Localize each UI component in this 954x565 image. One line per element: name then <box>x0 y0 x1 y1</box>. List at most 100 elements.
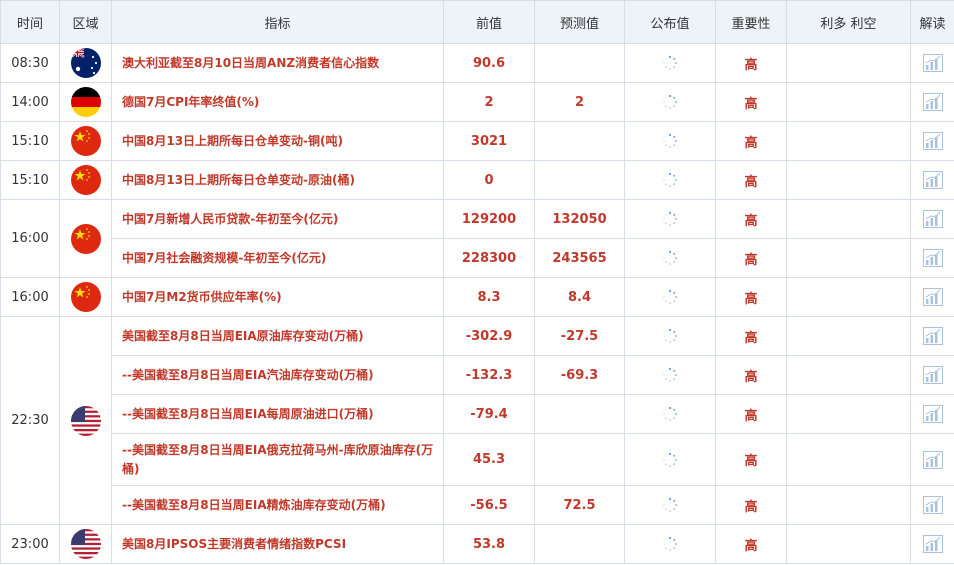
analysis-cell[interactable] <box>910 160 954 200</box>
analysis-cell[interactable] <box>910 433 954 486</box>
impact-cell <box>786 82 911 122</box>
time-cell: 16:00 <box>0 199 60 278</box>
table-row: --美国截至8月8日当周EIA精炼油库存变动(万桶) -56.5 72.5 高 <box>1 485 954 525</box>
analysis-cell[interactable] <box>910 355 954 395</box>
analysis-cell[interactable] <box>910 199 954 239</box>
economic-calendar-table: 时间 区域 指标 前值 预测值 公布值 重要性 利多 利空 解读 08:30 澳大… <box>0 0 954 564</box>
analysis-cell[interactable] <box>910 394 954 434</box>
previous-value: 2 <box>443 82 535 122</box>
actual-value <box>624 82 716 122</box>
indicator-cell: 中国8月13日上期所每日仓单变动-铜(吨) <box>111 121 444 161</box>
impact-cell <box>786 316 911 356</box>
chart-analysis-icon[interactable] <box>922 366 943 384</box>
indicator-cell: 中国7月新增人民币贷款-年初至今(亿元) <box>111 199 444 239</box>
impact-cell <box>786 485 911 525</box>
indicator-cell: --美国截至8月8日当周EIA俄克拉荷马州-库欣原油库存(万桶) <box>111 433 444 486</box>
time-cell: 15:10 <box>0 160 60 200</box>
analysis-cell[interactable] <box>910 43 954 83</box>
header-importance: 重要性 <box>715 0 787 44</box>
analysis-cell[interactable] <box>910 82 954 122</box>
actual-value <box>624 43 716 83</box>
chart-analysis-icon[interactable] <box>922 171 943 189</box>
chart-analysis-icon[interactable] <box>922 93 943 111</box>
indicator-cell: --美国截至8月8日当周EIA每周原油进口(万桶) <box>111 394 444 434</box>
table-row: 23:00 美国8月IPSOS主要消费者情绪指数PCSI 53.8 高 <box>0 524 954 564</box>
loading-icon <box>662 536 678 552</box>
impact-cell <box>786 355 911 395</box>
header-indicator: 指标 <box>111 0 444 44</box>
australia-flag-icon <box>70 48 101 78</box>
indicator-cell: --美国截至8月8日当周EIA精炼油库存变动(万桶) <box>111 485 444 525</box>
forecast-value <box>534 121 625 161</box>
forecast-value <box>534 394 625 434</box>
analysis-cell[interactable] <box>910 524 954 564</box>
loading-icon <box>662 497 678 513</box>
actual-value <box>624 394 716 434</box>
forecast-value: -69.3 <box>534 355 625 395</box>
chart-analysis-icon[interactable] <box>922 132 943 150</box>
analysis-cell[interactable] <box>910 485 954 525</box>
previous-value: -56.5 <box>443 485 535 525</box>
loading-icon <box>662 211 678 227</box>
analysis-cell[interactable] <box>910 121 954 161</box>
importance-value: 高 <box>715 160 787 200</box>
previous-value: 3021 <box>443 121 535 161</box>
chart-analysis-icon[interactable] <box>922 450 943 469</box>
forecast-value <box>534 524 625 564</box>
importance-value: 高 <box>715 524 787 564</box>
forecast-value: 72.5 <box>534 485 625 525</box>
analysis-cell[interactable] <box>910 316 954 356</box>
header-region: 区域 <box>59 0 112 44</box>
importance-value: 高 <box>715 355 787 395</box>
importance-value: 高 <box>715 485 787 525</box>
chart-analysis-icon[interactable] <box>922 210 943 228</box>
chart-analysis-icon[interactable] <box>922 535 943 553</box>
forecast-value <box>534 160 625 200</box>
previous-value: 0 <box>443 160 535 200</box>
region-cell <box>59 277 112 317</box>
loading-icon <box>662 406 678 422</box>
header-impact: 利多 利空 <box>786 0 911 44</box>
previous-value: -302.9 <box>443 316 535 356</box>
region-cell <box>59 524 112 564</box>
time-cell: 23:00 <box>0 524 60 564</box>
loading-icon <box>662 452 678 468</box>
chart-analysis-icon[interactable] <box>922 327 943 345</box>
chart-analysis-icon[interactable] <box>922 496 943 514</box>
chart-analysis-icon[interactable] <box>922 288 943 306</box>
header-analysis: 解读 <box>910 0 954 44</box>
chart-analysis-icon[interactable] <box>922 405 943 423</box>
china-flag-icon <box>70 126 101 156</box>
table-header-row: 时间 区域 指标 前值 预测值 公布值 重要性 利多 利空 解读 <box>0 0 954 44</box>
actual-value <box>624 316 716 356</box>
forecast-value <box>534 433 625 486</box>
analysis-cell[interactable] <box>910 238 954 278</box>
analysis-cell[interactable] <box>910 277 954 317</box>
chart-analysis-icon[interactable] <box>922 54 943 72</box>
impact-cell <box>786 160 911 200</box>
region-cell <box>59 199 112 278</box>
importance-value: 高 <box>715 43 787 83</box>
header-forecast: 预测值 <box>534 0 625 44</box>
usa-flag-icon <box>70 529 101 559</box>
indicator-cell: 美国8月IPSOS主要消费者情绪指数PCSI <box>111 524 444 564</box>
chart-analysis-icon[interactable] <box>922 249 943 267</box>
loading-icon <box>662 94 678 110</box>
importance-value: 高 <box>715 238 787 278</box>
indicator-cell: 中国7月社会融资规模-年初至今(亿元) <box>111 238 444 278</box>
forecast-value: 132050 <box>534 199 625 239</box>
table-row: 中国7月社会融资规模-年初至今(亿元) 228300 243565 高 <box>1 238 954 278</box>
table-row: 08:30 澳大利亚截至8月10日当周ANZ消费者信心指数 90.6 高 <box>0 43 954 83</box>
impact-cell <box>786 277 911 317</box>
actual-value <box>624 199 716 239</box>
time-cell: 22:30 <box>0 316 60 525</box>
forecast-value: 2 <box>534 82 625 122</box>
impact-cell <box>786 238 911 278</box>
header-actual: 公布值 <box>624 0 716 44</box>
region-cell <box>59 43 112 83</box>
indicator-cell: 中国7月M2货币供应年率(%) <box>111 277 444 317</box>
region-cell <box>59 121 112 161</box>
table-row: 16:00 中国7月新增人民币贷款-年初至今(亿元) 129200 132050 高 <box>0 199 954 278</box>
actual-value <box>624 277 716 317</box>
indicator-cell: 美国截至8月8日当周EIA原油库存变动(万桶) <box>111 316 444 356</box>
